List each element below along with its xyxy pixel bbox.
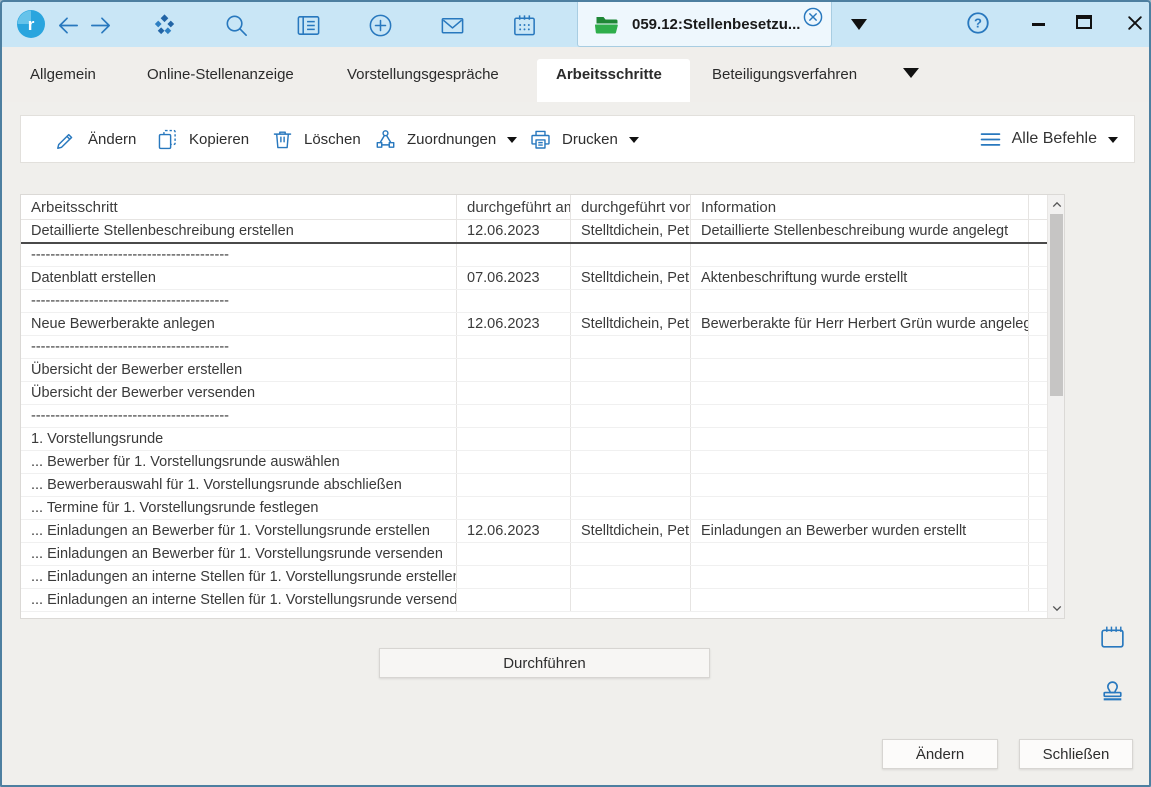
table-header: Arbeitsschritt durchgeführt am durchgefü… — [21, 195, 1064, 220]
calendar-icon[interactable] — [510, 11, 538, 39]
drucken-button[interactable]: Drucken — [528, 115, 639, 163]
kopieren-label: Kopieren — [189, 131, 249, 148]
titlebar: r — [2, 2, 1149, 47]
table-row[interactable]: Übersicht der Bewerber versenden — [21, 382, 1064, 405]
table-row[interactable]: 1. Vorstellungsrunde — [21, 428, 1064, 451]
dropdown-caret-icon — [1108, 137, 1118, 143]
notepad-icon[interactable] — [1097, 621, 1127, 651]
tab-vorstellungsgespraeche[interactable]: Vorstellungsgespräche — [347, 66, 499, 83]
copy-icon — [155, 127, 180, 152]
zuordnungen-button[interactable]: Zuordnungen — [373, 115, 517, 163]
column-header-arbeitsschritt[interactable]: Arbeitsschritt — [21, 195, 457, 219]
table-row[interactable]: ... Einladungen an Bewerber für 1. Vorst… — [21, 543, 1064, 566]
tab-online-stellenanzeige[interactable]: Online-Stellenanzeige — [147, 66, 294, 83]
column-header-durchgefuehrt-am[interactable]: durchgeführt am — [457, 195, 571, 219]
table-row[interactable]: ... Bewerber für 1. Vorstellungsrunde au… — [21, 451, 1064, 474]
document-tab-close-icon[interactable] — [801, 5, 825, 29]
menu-icon — [978, 127, 1003, 152]
modules-icon[interactable] — [150, 11, 178, 39]
stamp-icon[interactable] — [1097, 675, 1127, 705]
printer-icon — [528, 127, 553, 152]
table-row[interactable]: Datenblatt erstellen 07.06.2023 Stelltdi… — [21, 267, 1064, 290]
mail-icon[interactable] — [438, 11, 466, 39]
dropdown-caret-icon — [507, 137, 517, 143]
table-row[interactable]: ... Einladungen an interne Stellen für 1… — [21, 566, 1064, 589]
aendern-toolbar-button[interactable]: Ändern — [54, 115, 136, 163]
drucken-label: Drucken — [562, 131, 618, 148]
table-row-separator[interactable]: ----------------------------------------… — [21, 290, 1064, 313]
add-icon[interactable] — [366, 11, 394, 39]
register-icon[interactable] — [294, 11, 322, 39]
table-row-separator[interactable]: ----------------------------------------… — [21, 405, 1064, 428]
table-row[interactable]: Übersicht der Bewerber erstellen — [21, 359, 1064, 382]
loeschen-button[interactable]: Löschen — [270, 115, 361, 163]
window-close-icon[interactable] — [1122, 10, 1148, 36]
toolbar: Ändern Kopieren Löschen — [20, 115, 1135, 163]
minimize-button[interactable] — [1028, 12, 1048, 36]
svg-text:?: ? — [974, 16, 982, 31]
dropdown-caret-icon — [629, 137, 639, 143]
titlebar-dropdown-icon[interactable] — [851, 19, 867, 30]
worksteps-table: Arbeitsschritt durchgeführt am durchgefü… — [20, 194, 1065, 619]
table-row[interactable]: ... Einladungen an interne Stellen für 1… — [21, 589, 1064, 612]
application-window: r — [0, 0, 1151, 787]
kopieren-button[interactable]: Kopieren — [155, 115, 249, 163]
help-icon[interactable]: ? — [965, 10, 991, 36]
trash-icon — [270, 127, 295, 152]
back-icon[interactable] — [54, 11, 82, 39]
table-row[interactable]: ... Einladungen an Bewerber für 1. Vorst… — [21, 520, 1064, 543]
document-tab-title: 059.12:Stellenbesetzu... — [632, 16, 800, 33]
pencil-icon — [54, 127, 79, 152]
search-icon[interactable] — [222, 11, 250, 39]
column-header-durchgefuehrt-von[interactable]: durchgeführt von — [571, 195, 691, 219]
svg-text:r: r — [28, 15, 35, 34]
app-logo-icon[interactable]: r — [16, 9, 46, 39]
table-row-separator[interactable]: ----------------------------------------… — [21, 336, 1064, 359]
forward-icon[interactable] — [86, 11, 114, 39]
table-row[interactable]: Neue Bewerberakte anlegen 12.06.2023 Ste… — [21, 313, 1064, 336]
tab-allgemein[interactable]: Allgemein — [30, 66, 96, 83]
scroll-down-icon[interactable] — [1048, 600, 1065, 617]
tabs-overflow-icon[interactable] — [903, 68, 919, 78]
alle-befehle-button[interactable]: Alle Befehle — [978, 115, 1118, 163]
scrollbar-thumb[interactable] — [1050, 214, 1063, 396]
column-header-information[interactable]: Information — [691, 195, 1029, 219]
table-row[interactable]: ... Bewerberauswahl für 1. Vorstellungsr… — [21, 474, 1064, 497]
table-row-separator[interactable]: ----------------------------------------… — [21, 244, 1064, 267]
zuordnungen-label: Zuordnungen — [407, 131, 496, 148]
schliessen-button[interactable]: Schließen — [1019, 739, 1133, 769]
aendern-toolbar-label: Ändern — [88, 131, 136, 148]
alle-befehle-label: Alle Befehle — [1012, 130, 1097, 148]
scroll-up-icon[interactable] — [1048, 196, 1065, 213]
aendern-footer-button[interactable]: Ändern — [882, 739, 998, 769]
open-folder-icon — [594, 12, 620, 36]
tabstrip: Allgemein Online-Stellenanzeige Vorstell… — [2, 47, 1149, 102]
maximize-button[interactable] — [1076, 15, 1092, 29]
vertical-scrollbar[interactable] — [1047, 195, 1064, 618]
table-row[interactable]: Detaillierte Stellenbeschreibung erstell… — [21, 220, 1064, 244]
tab-beteiligungsverfahren[interactable]: Beteiligungsverfahren — [712, 66, 857, 83]
durchfuehren-button[interactable]: Durchführen — [379, 648, 710, 678]
tab-arbeitsschritte[interactable]: Arbeitsschritte — [556, 66, 662, 83]
table-row[interactable]: ... Termine für 1. Vorstellungsrunde fes… — [21, 497, 1064, 520]
loeschen-label: Löschen — [304, 131, 361, 148]
assignments-icon — [373, 127, 398, 152]
document-tab[interactable]: 059.12:Stellenbesetzu... — [577, 2, 832, 47]
